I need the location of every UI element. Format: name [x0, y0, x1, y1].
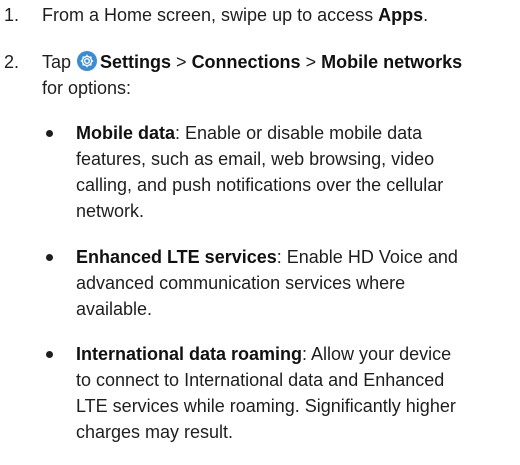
step-number: 1. [4, 5, 20, 25]
bullet-dot [46, 254, 53, 261]
step-text-prefix: Tap [42, 52, 77, 72]
bullet-dot [46, 351, 53, 358]
option-line: LTE services while roaming. Significantl… [76, 396, 456, 416]
option-description: Enhanced LTE services: Enable HD Voice a… [76, 244, 516, 322]
path-separator: > [171, 52, 192, 72]
option-term: International data roaming [76, 344, 303, 364]
option-line: to connect to International data and Enh… [76, 370, 445, 390]
option-line: charges may result. [76, 422, 234, 442]
step-text-suffix: . [423, 5, 429, 25]
bullet-dot [46, 130, 53, 137]
option-term: Enhanced LTE services [76, 247, 277, 267]
option-description: Mobile data: Enable or disable mobile da… [76, 120, 516, 224]
path-separator: > [300, 52, 322, 72]
step-text-continuation: for options: [42, 78, 132, 98]
option-line: : Enable HD Voice and [276, 247, 458, 267]
mobile-networks-label: Mobile networks [321, 52, 463, 72]
step-text-prefix: From a Home screen, swipe up to access [42, 5, 379, 25]
step-text: From a Home screen, swipe up to access A… [42, 2, 512, 28]
step-text: Tap Settings > Connections > Mobile netw… [42, 49, 512, 101]
settings-gear-icon [77, 51, 98, 71]
option-line: calling, and push notifications over the… [76, 175, 444, 195]
step-number: 2. [4, 52, 20, 72]
option-line: available. [76, 299, 153, 319]
option-description: International data roaming: Allow your d… [76, 341, 516, 445]
connections-label: Connections [191, 52, 301, 72]
option-line: features, such as email, web browsing, v… [76, 149, 435, 169]
apps-label: Apps [378, 5, 424, 25]
option-line: network. [76, 201, 145, 221]
option-line: : Enable or disable mobile data [175, 123, 423, 143]
option-line: advanced communication services where [76, 273, 406, 293]
option-line: : Allow your device [302, 344, 452, 364]
option-term: Mobile data [76, 123, 176, 143]
settings-label: Settings [100, 52, 172, 72]
instructions-page: 1. From a Home screen, swipe up to acces… [0, 0, 520, 465]
